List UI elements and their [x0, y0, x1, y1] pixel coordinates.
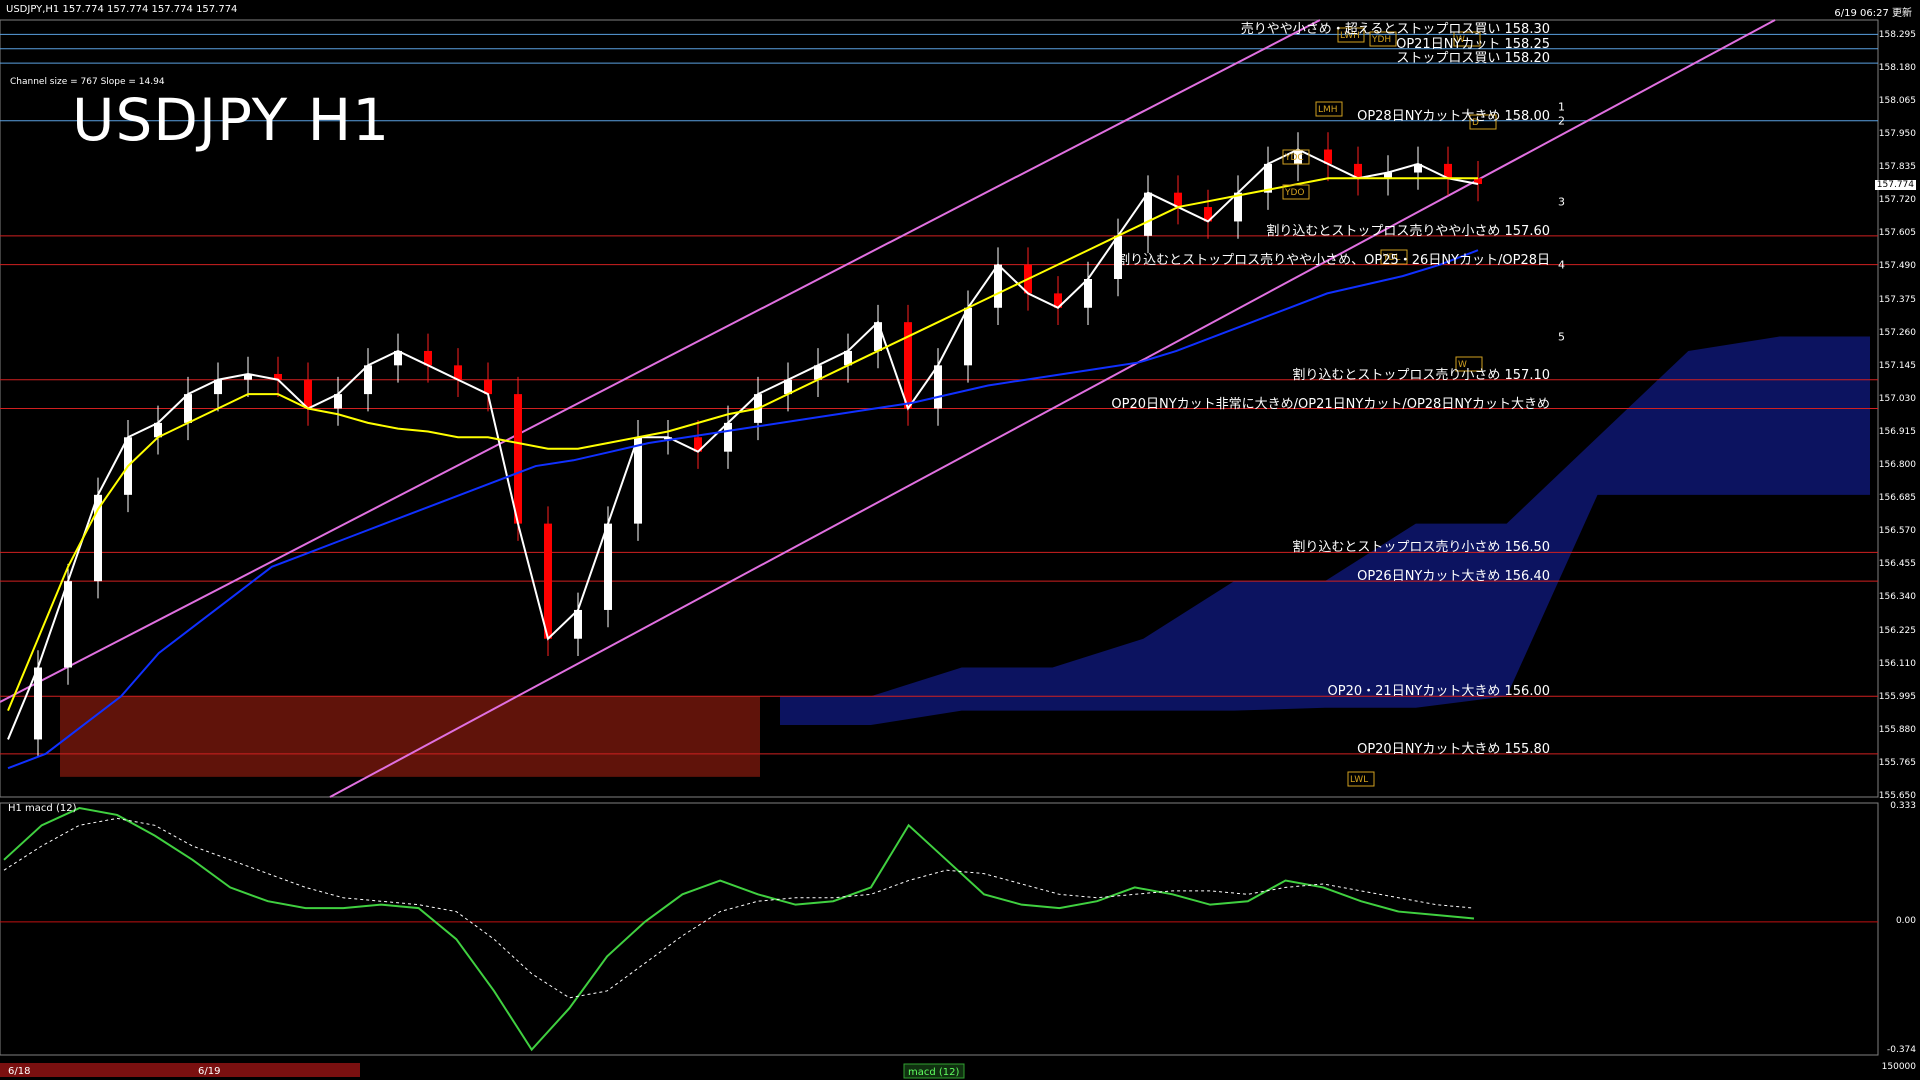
level-label: OP20・21日NYカット大きめ 156.00 — [1327, 684, 1550, 700]
update-timestamp: 6/19 06:27 更新 — [1834, 8, 1912, 19]
price-tick: 157.260 — [1878, 327, 1916, 338]
price-tick: 155.765 — [1878, 757, 1916, 768]
marker-label: YDO — [1284, 188, 1305, 198]
cloud-red — [60, 696, 760, 777]
candle-body — [304, 379, 312, 409]
price-tick: 157.950 — [1878, 129, 1916, 140]
candle-body — [184, 394, 192, 423]
price-tick: 157.145 — [1878, 360, 1916, 371]
price-tick: 158.065 — [1878, 96, 1916, 107]
candle-body — [514, 394, 522, 524]
current-price-tag: 157.774 — [1874, 179, 1916, 190]
price-tick: 157.835 — [1878, 162, 1916, 173]
candle-body — [1084, 279, 1092, 308]
price-tick: 155.995 — [1878, 691, 1916, 702]
macd-line — [3, 806, 1475, 1052]
candle-body — [994, 264, 1002, 308]
marker-label: LWL — [1350, 775, 1368, 785]
level-label: OP20日NYカット非常に大きめ/OP21日NYカット/OP28日NYカット大き… — [1111, 396, 1550, 412]
macd-tick: 0.333 — [1890, 801, 1916, 811]
price-tick: 158.295 — [1878, 29, 1916, 40]
candle-body — [544, 523, 552, 639]
level-label: 割り込むとストップロス売り小さめ 157.10 — [1292, 367, 1550, 383]
price-tick: 155.880 — [1878, 724, 1916, 735]
level-label: 割り込むとストップロス売り小さめ 156.50 — [1292, 540, 1550, 556]
date-bar — [0, 1063, 360, 1077]
candle-body — [934, 365, 942, 409]
price-tick: 157.375 — [1878, 294, 1916, 305]
marker-label: LMH — [1318, 105, 1338, 115]
price-chart[interactable]: 123456/18 6/19 macd (12)LWH YDH WYDCYDOLMHYD… — [0, 0, 1920, 1080]
candle-body — [34, 667, 42, 740]
candle-body — [634, 437, 642, 524]
projection-label: 2 — [1558, 115, 1565, 128]
price-tick: 157.720 — [1878, 195, 1916, 206]
price-tick: 156.110 — [1878, 658, 1916, 669]
level-label: OP28日NYカット大きめ 158.00 — [1357, 108, 1550, 124]
price-tick: 157.030 — [1878, 393, 1916, 404]
chart-title: USDJPY H1 — [72, 86, 391, 154]
price-tick: 157.490 — [1878, 261, 1916, 272]
candle-body — [574, 609, 582, 639]
level-label: OP20日NYカット大きめ 155.80 — [1357, 741, 1550, 757]
symbol-info: USDJPY,H1 157.774 157.774 157.774 157.77… — [6, 4, 238, 15]
date-label: 6/18 — [8, 1066, 30, 1077]
price-tick: 156.915 — [1878, 426, 1916, 437]
macd-scale-bottom: 150000 — [1881, 1062, 1916, 1072]
macd-panel — [3, 806, 1475, 1052]
chart-frame — [0, 19, 1879, 1056]
price-tick: 156.800 — [1878, 460, 1916, 471]
level-label: 割り込むとストップロス売りやや小さめ、OP25・26日NYカット/OP28日 — [1117, 252, 1550, 268]
bottom-tab: macd (12) — [908, 1067, 960, 1078]
ichimoku-cloud — [60, 336, 1870, 777]
macd-tick: 0.00 — [1895, 915, 1916, 926]
macd-signal-line — [3, 817, 1475, 999]
price-tick: 156.455 — [1878, 559, 1916, 570]
candle-body — [724, 422, 732, 452]
projection-label: 4 — [1558, 259, 1565, 272]
price-tick: 156.685 — [1878, 493, 1916, 504]
candle-body — [64, 581, 72, 668]
candle-body — [604, 523, 612, 610]
candle-body — [964, 307, 972, 366]
date-label: 6/19 — [198, 1066, 220, 1077]
candle-body — [1144, 192, 1152, 236]
macd-plot-border — [0, 802, 1879, 1056]
price-tick: 157.605 — [1878, 228, 1916, 239]
level-label: OP26日NYカット大きめ 156.40 — [1357, 569, 1550, 585]
projection-label: 1 — [1558, 100, 1565, 113]
price-tick: 155.650 — [1878, 791, 1916, 801]
projection-label: 5 — [1558, 331, 1565, 344]
marker-label: YDC — [1284, 153, 1304, 163]
macd-tick: -0.374 — [1886, 1045, 1916, 1055]
mt4-chart-window: 1 2 3 4 5 6/18 6/19 macd (12) LWH YDH W YDC YDO LMH YD… — [0, 0, 1920, 1080]
price-tick: 156.570 — [1878, 526, 1916, 537]
candle-body — [874, 322, 882, 351]
candle-body — [364, 365, 372, 395]
price-tick: 156.225 — [1878, 625, 1916, 636]
level-label: ストップロス買い 158.20 — [1396, 51, 1550, 67]
macd-label: H1 macd (12) — [8, 803, 77, 814]
level-label: 割り込むとストップロス売りやや小さめ 157.60 — [1266, 223, 1550, 239]
price-tick: 158.180 — [1878, 62, 1916, 73]
price-tick: 156.340 — [1878, 592, 1916, 603]
projection-label: 3 — [1558, 195, 1565, 208]
